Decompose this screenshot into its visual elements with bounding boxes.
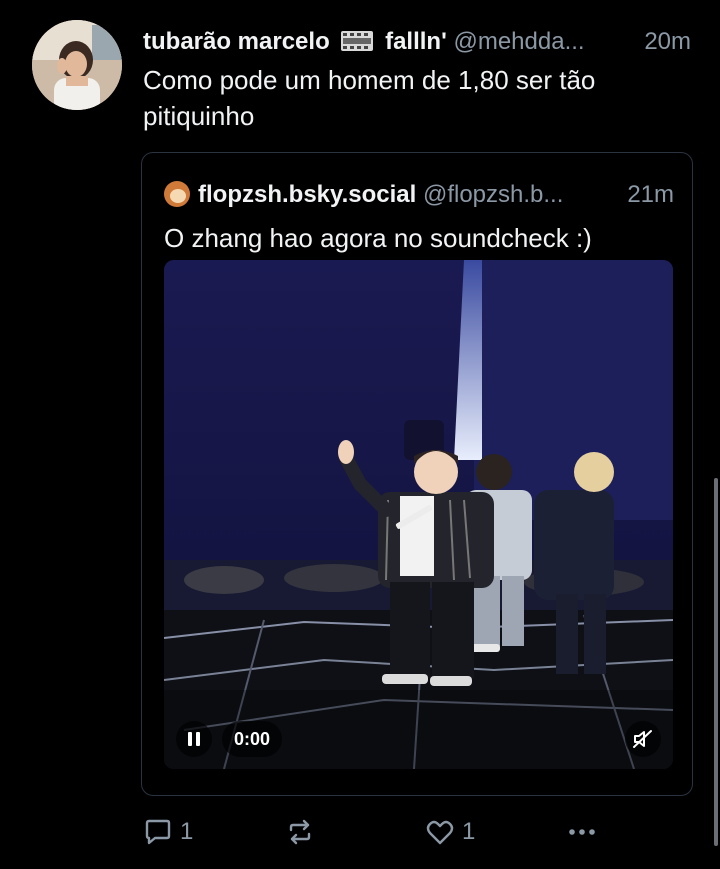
like-icon (424, 816, 456, 848)
quote-text: O zhang hao agora no soundcheck :) (164, 223, 592, 253)
author-handle[interactable]: @mehdda... (453, 28, 584, 55)
like-count: 1 (462, 818, 476, 845)
film-strip-icon (340, 29, 374, 51)
post-time[interactable]: 20m (636, 26, 691, 58)
reply-button[interactable]: 1 (142, 812, 193, 852)
more-options-button[interactable] (564, 812, 600, 852)
quote-card[interactable]: flopzsh.bsky.social @flopzsh.b... 21m O … (141, 152, 693, 796)
author-display-name[interactable]: tubarão marcelo (143, 28, 330, 55)
pause-icon[interactable] (176, 721, 212, 757)
post[interactable]: tubarão marcelo fallln' @mehdda... 20m C… (0, 0, 720, 869)
like-button[interactable]: 1 (424, 812, 475, 852)
quote-header: flopzsh.bsky.social @flopzsh.b... 21m (164, 179, 674, 211)
video-frame (164, 260, 673, 769)
video-player[interactable]: 0:00 (164, 260, 673, 769)
author-display-name-suffix[interactable]: fallln' (385, 28, 447, 55)
reply-icon (142, 816, 174, 848)
muted-speaker-icon[interactable] (625, 721, 661, 757)
post-header: tubarão marcelo fallln' @mehdda... 20m (143, 26, 703, 58)
post-text: Como pode um homem de 1,80 ser tão pitiq… (143, 65, 596, 131)
repost-icon (284, 816, 316, 848)
quote-time[interactable]: 21m (621, 179, 674, 211)
post-actions: 1 1 (140, 812, 610, 852)
reply-count: 1 (180, 818, 194, 845)
scrollbar[interactable] (714, 478, 718, 846)
video-time: 0:00 (222, 721, 283, 757)
more-icon (564, 816, 600, 848)
author-avatar[interactable] (32, 20, 122, 110)
quote-author-display-name[interactable]: flopzsh.bsky.social (198, 181, 416, 208)
repost-button[interactable] (284, 812, 316, 852)
quote-author-avatar[interactable] (164, 181, 190, 207)
quote-author-handle[interactable]: @flopzsh.b... (423, 181, 563, 208)
